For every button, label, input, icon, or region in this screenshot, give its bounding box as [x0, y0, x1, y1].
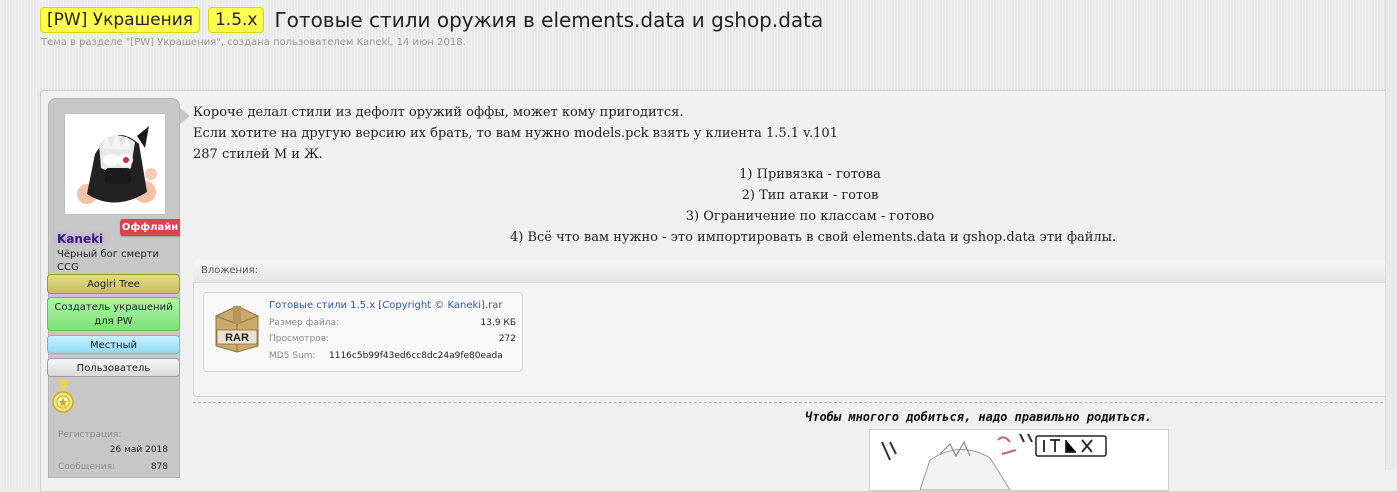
- stat-registration-value: 26 май 2018: [109, 445, 168, 455]
- rar-file-icon[interactable]: RAR: [212, 302, 262, 354]
- attachments-label: Вложения:: [201, 265, 258, 276]
- avatar-image: [65, 114, 165, 214]
- badge-creator-line1: Создатель украшений: [54, 302, 173, 313]
- badge-local: Местный: [47, 335, 180, 354]
- user-title-line1: Чёрный бог смерти: [57, 249, 160, 260]
- post-centered-line-2: 2) Тип атаки - готов: [741, 188, 879, 203]
- author-user-title: Чёрный бог смерти CCG: [57, 248, 182, 274]
- stat-messages-label: Сообщения:: [58, 462, 116, 472]
- badge-aogiri-tree: Aogiri Tree: [47, 274, 180, 294]
- post-line-3: 287 стилей М и Ж.: [193, 147, 323, 162]
- signature-divider: [193, 402, 1397, 403]
- file-views-value: 272: [498, 334, 516, 344]
- author-username[interactable]: Kaneki: [57, 232, 103, 246]
- medal-icon: [52, 380, 74, 413]
- file-md5-label: MD5 Sum:: [269, 351, 316, 361]
- thread-title-row: [PW] Украшения 1.5.x Готовые стили оружи…: [40, 6, 823, 34]
- sidebar-arrow: [180, 108, 190, 124]
- file-md5-value: 1116c5b99f43ed6cc8dc24a9fe80eada: [329, 351, 503, 361]
- thread-meta: Тема в разделе "[PW] Украшения", создана…: [41, 37, 466, 48]
- rar-icon-label: RAR: [225, 332, 249, 344]
- post-centered-line-1: 1) Привязка - готова: [739, 167, 881, 182]
- scrollbar-edge[interactable]: [1385, 0, 1397, 470]
- post-centered-line-4: 4) Всё что вам нужно - это импортировать…: [510, 230, 1117, 245]
- signature-text: Чтобы многого добиться, надо правильно р…: [805, 410, 1152, 424]
- prefix-version-badge[interactable]: 1.5.x: [207, 7, 265, 33]
- stat-registration-label: Регистрация:: [58, 430, 122, 440]
- prefix-section-badge[interactable]: [PW] Украшения: [40, 7, 200, 33]
- user-title-line2: CCG: [57, 262, 79, 273]
- file-views-label: Просмотров:: [269, 334, 330, 344]
- attachment-file-link[interactable]: Готовые стили 1.5.x [Copyright © Kaneki]…: [269, 300, 502, 311]
- stat-messages-value[interactable]: 878: [151, 462, 168, 472]
- signature-image: [869, 429, 1169, 491]
- thread-title: Готовые стили оружия в elements.data и g…: [274, 8, 824, 32]
- post-line-1: Короче делал стили из дефолт оружий оффы…: [193, 105, 684, 120]
- post-centered-line-3: 3) Ограничение по классам - готово: [685, 209, 935, 224]
- avatar[interactable]: [64, 113, 166, 215]
- badge-creator: Создатель украшений для PW: [47, 297, 180, 331]
- badge-creator-line2: для PW: [94, 316, 133, 327]
- post-line-2: Если хотите на другую версию их брать, т…: [193, 126, 838, 141]
- badge-user: Пользователь: [47, 358, 180, 377]
- file-size-value: 13,9 КБ: [480, 318, 516, 328]
- offline-status-badge: Оффлайн: [120, 219, 180, 236]
- file-size-label: Размер файла:: [269, 318, 339, 328]
- attachments-header: [193, 260, 1397, 283]
